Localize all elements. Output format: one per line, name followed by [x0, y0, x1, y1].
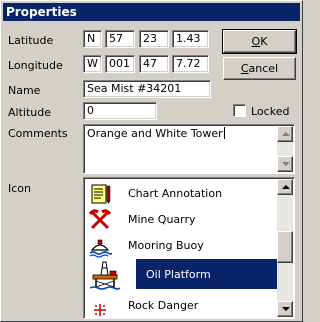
cancel-rest: ancel: [248, 62, 279, 75]
icon-list-scrollbar[interactable]: [277, 179, 293, 317]
list-item-rock-danger[interactable]: Rock Danger: [86, 293, 294, 318]
oil-platform-icon: [90, 261, 120, 290]
comments-scrollbar[interactable]: [277, 126, 293, 172]
longitude-degrees-field[interactable]: 001: [105, 55, 135, 73]
cancel-button[interactable]: Cancel: [223, 57, 296, 80]
altitude-label: Altitude: [8, 106, 51, 119]
comments-label: Comments: [8, 127, 68, 140]
title-bar: Properties: [3, 3, 300, 21]
scroll-down-icon: [282, 307, 290, 311]
altitude-field[interactable]: 0: [83, 102, 157, 120]
list-item-mine-quarry[interactable]: Mine Quarry: [86, 207, 294, 233]
window-title: Properties: [6, 5, 77, 19]
list-item-label: Rock Danger: [128, 299, 199, 312]
list-item-mooring-buoy[interactable]: Mooring Buoy: [86, 233, 294, 259]
latitude-degrees-field[interactable]: 57: [105, 30, 135, 48]
name-field[interactable]: Sea Mist #34201: [83, 80, 211, 98]
icon-list-scroll-thumb[interactable]: [277, 231, 293, 263]
ok-rest: K: [260, 35, 268, 48]
scroll-up-icon: [282, 185, 290, 189]
latitude-seconds-field[interactable]: 1.43: [172, 30, 209, 48]
icon-list-scroll-up-button[interactable]: [277, 179, 293, 195]
locked-checkbox[interactable]: [233, 104, 246, 117]
mooring-buoy-icon: [89, 239, 112, 258]
name-label: Name: [8, 84, 41, 97]
comments-scroll-down-button[interactable]: [277, 156, 293, 172]
chart-annotation-icon: [91, 184, 111, 204]
cancel-accel: C: [240, 62, 249, 75]
latitude-minutes-field[interactable]: 23: [139, 30, 169, 48]
ok-button[interactable]: OK: [222, 29, 297, 54]
comments-textarea[interactable]: Orange and White Tower: [83, 124, 295, 174]
icon-listbox[interactable]: Chart Annotation Mine Quarry Mooring Buo…: [83, 177, 295, 319]
longitude-hemisphere-field[interactable]: W: [83, 55, 102, 73]
locked-label: Locked: [251, 105, 290, 118]
comments-text: Orange and White Tower: [87, 127, 223, 140]
list-item-chart-annotation[interactable]: Chart Annotation: [86, 181, 294, 207]
scroll-down-icon: [282, 162, 290, 166]
icon-list-scroll-down-button[interactable]: [277, 301, 293, 317]
scroll-up-icon: [282, 132, 290, 136]
list-item-label: Chart Annotation: [128, 187, 223, 200]
longitude-minutes-field[interactable]: 47: [139, 55, 169, 73]
properties-dialog: Properties Latitude N 57 23 1.43 Longitu…: [0, 0, 303, 322]
longitude-seconds-field[interactable]: 7.72: [172, 55, 209, 73]
comments-scroll-up-button[interactable]: [277, 126, 293, 142]
list-item-label: Mooring Buoy: [128, 239, 204, 252]
text-caret: [223, 127, 225, 139]
ok-accel: O: [251, 35, 261, 48]
latitude-label: Latitude: [8, 34, 54, 47]
icon-label: Icon: [8, 182, 31, 195]
list-item-label: Mine Quarry: [128, 213, 196, 226]
list-item-label: Oil Platform: [146, 268, 211, 281]
list-item-oil-platform[interactable]: Oil Platform: [86, 259, 294, 291]
latitude-hemisphere-field[interactable]: N: [83, 30, 102, 48]
rock-danger-icon: [94, 304, 106, 316]
mine-quarry-icon: [88, 209, 112, 230]
longitude-label: Longitude: [8, 59, 63, 72]
